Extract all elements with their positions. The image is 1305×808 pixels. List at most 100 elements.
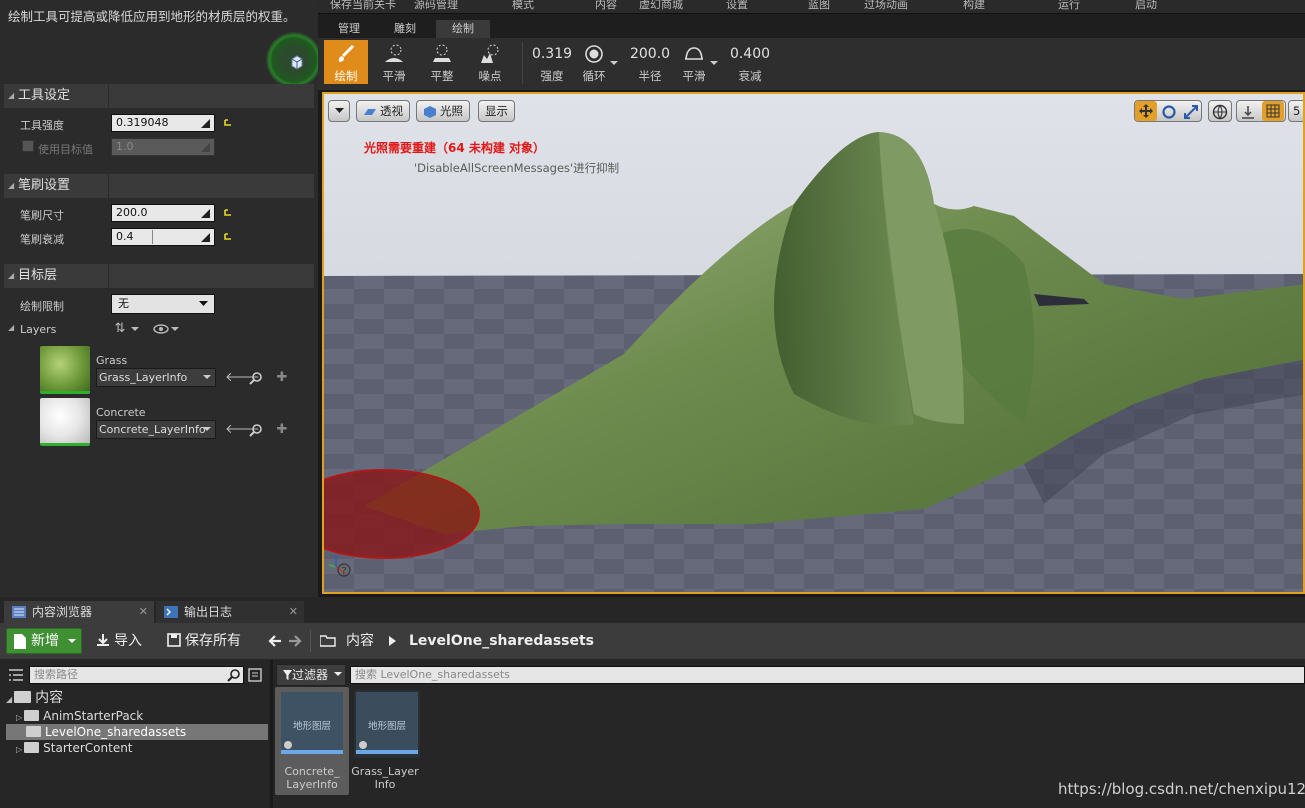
lit-button[interactable]: 光照 bbox=[416, 100, 470, 122]
grid-snap-button[interactable] bbox=[1262, 101, 1284, 121]
tool-strength-field[interactable]: 0.319048 bbox=[111, 114, 215, 132]
help-icon[interactable]: ? bbox=[336, 562, 352, 578]
brush-size-label: 笔刷尺寸 bbox=[20, 209, 64, 222]
brush-falloff-field[interactable]: 0.4 bbox=[111, 228, 215, 246]
reset-to-default-icon[interactable] bbox=[223, 208, 233, 218]
add-new-button[interactable]: 新增 bbox=[6, 628, 82, 654]
strength-value[interactable]: 0.319 bbox=[528, 46, 576, 62]
paint-restriction-dropdown[interactable]: 无 bbox=[111, 294, 215, 314]
tree-root-content[interactable]: ◢ 内容 bbox=[6, 690, 268, 707]
folder-open-icon[interactable] bbox=[320, 635, 336, 647]
close-tab-icon[interactable]: ✕ bbox=[139, 601, 148, 623]
search-path-input[interactable]: 搜索路径 bbox=[29, 666, 244, 684]
tool-flatten[interactable]: 平整 bbox=[420, 40, 464, 84]
toolbar-modes[interactable]: 模式 bbox=[512, 0, 534, 12]
tool-paint[interactable]: 绘制 bbox=[324, 40, 368, 84]
falloff-value[interactable]: 0.400 bbox=[726, 46, 774, 62]
layer-info-dropdown[interactable]: Grass_LayerInfo bbox=[96, 368, 216, 387]
reset-to-default-icon[interactable] bbox=[223, 118, 233, 128]
translate-tool-button[interactable] bbox=[1135, 101, 1157, 121]
rotate-icon[interactable] bbox=[1161, 104, 1177, 120]
use-target-value-checkbox[interactable] bbox=[22, 140, 34, 152]
add-layer-info-icon[interactable]: ✚ bbox=[275, 423, 289, 437]
tool-settings-header[interactable]: ◢ 工具设定 bbox=[4, 84, 314, 108]
asset-tile-concrete-layerinfo[interactable]: 地形图层 Concrete_ LayerInfo bbox=[275, 687, 349, 795]
level-viewport[interactable]: 透视 光照 显示 5 光照需要重建（64 未构建 对象） 'DisableAll… bbox=[322, 92, 1305, 594]
collapse-triangle-icon[interactable]: ◢ bbox=[8, 323, 14, 332]
surface-snap-icon[interactable] bbox=[1240, 104, 1256, 120]
falloff-label: 衰减 bbox=[738, 69, 762, 83]
perspective-button[interactable]: 透视 bbox=[356, 100, 410, 122]
brush-size-field[interactable]: 200.0 bbox=[111, 204, 215, 222]
tab-output-log[interactable]: 输出日志 ✕ bbox=[156, 601, 304, 623]
visibility-eye-icon[interactable] bbox=[153, 324, 169, 334]
tab-manage[interactable]: 管理 bbox=[324, 20, 374, 38]
tree-item-animstarterpack[interactable]: ▷ AnimStarterPack bbox=[6, 708, 268, 724]
search-icon[interactable] bbox=[249, 371, 263, 385]
radius-value[interactable]: 200.0 bbox=[624, 46, 676, 62]
reset-to-default-icon[interactable] bbox=[223, 232, 233, 242]
tab-paint[interactable]: 绘制 bbox=[436, 20, 490, 38]
toolbar-launch[interactable]: 启动 bbox=[1135, 0, 1157, 12]
tool-settings-title: 工具设定 bbox=[18, 88, 71, 103]
chevron-down-icon[interactable] bbox=[710, 61, 718, 66]
tab-sculpt[interactable]: 雕刻 bbox=[380, 20, 430, 38]
pane-splitter[interactable] bbox=[270, 660, 273, 808]
brush-falloff-label: 笔刷衰减 bbox=[20, 233, 64, 246]
sources-toggle-icon[interactable] bbox=[8, 668, 24, 682]
loop-icon[interactable] bbox=[584, 44, 604, 64]
view-options-icon[interactable] bbox=[248, 668, 262, 682]
save-all-label: 保存所有 bbox=[185, 633, 241, 649]
search-assets-input[interactable]: 搜索 LevelOne_sharedassets bbox=[350, 666, 1305, 684]
tree-item-levelone-sharedassets[interactable]: LevelOne_sharedassets bbox=[6, 724, 268, 740]
asset-name: Grass_Layer Info bbox=[350, 765, 420, 791]
toolbar-source-control[interactable]: 源码管理 bbox=[414, 0, 458, 12]
toolbar-play[interactable]: 运行 bbox=[1058, 0, 1080, 12]
toolbar-content[interactable]: 内容 bbox=[595, 0, 617, 12]
back-arrow-icon[interactable] bbox=[268, 634, 282, 648]
save-all-button[interactable]: 保存所有 bbox=[167, 631, 241, 651]
chevron-down-icon[interactable] bbox=[131, 327, 139, 332]
filters-button[interactable]: 过滤器 bbox=[276, 664, 346, 686]
coordinate-system-button[interactable] bbox=[1208, 100, 1232, 122]
concrete-layer-thumbnail[interactable] bbox=[40, 398, 90, 446]
use-selected-asset-icon[interactable]: 🡐 bbox=[225, 423, 260, 437]
grass-layer-thumbnail[interactable] bbox=[40, 346, 90, 394]
chevron-down-icon[interactable] bbox=[171, 327, 179, 332]
tool-noise[interactable]: 噪点 bbox=[468, 40, 512, 84]
asset-tile-grass-layerinfo[interactable]: 地形图层 Grass_Layer Info bbox=[350, 687, 424, 795]
scale-icon[interactable] bbox=[1183, 104, 1199, 120]
folder-icon bbox=[26, 726, 41, 737]
flatten-icon bbox=[433, 44, 451, 62]
import-button[interactable]: 导入 bbox=[96, 631, 142, 651]
lit-sphere-icon bbox=[423, 105, 437, 119]
tree-item-startercontent[interactable]: ▷ StarterContent bbox=[6, 740, 268, 756]
toolbar-settings[interactable]: 设置 bbox=[726, 0, 748, 12]
tool-smooth[interactable]: 平滑 bbox=[372, 40, 416, 84]
layer-info-dropdown[interactable]: Concrete_LayerInfo bbox=[96, 420, 216, 439]
sort-icon[interactable]: ⇅ bbox=[113, 322, 127, 336]
content-browser-icon bbox=[12, 606, 26, 618]
breadcrumb-separator-icon[interactable] bbox=[389, 636, 397, 646]
use-selected-asset-icon[interactable]: 🡐 bbox=[225, 371, 260, 385]
close-tab-icon[interactable]: ✕ bbox=[289, 601, 298, 623]
add-layer-info-icon[interactable]: ✚ bbox=[275, 371, 289, 385]
forward-arrow-icon[interactable] bbox=[288, 634, 302, 648]
show-button[interactable]: 显示 bbox=[478, 100, 515, 122]
breadcrumb-current[interactable]: LevelOne_sharedassets bbox=[409, 631, 594, 651]
smooth-icon bbox=[385, 44, 403, 62]
tab-content-browser[interactable]: 内容浏览器 ✕ bbox=[4, 601, 154, 623]
toolbar-save-level[interactable]: 保存当前关卡 bbox=[330, 0, 396, 12]
search-icon[interactable] bbox=[249, 423, 263, 437]
brush-settings-header[interactable]: ◢ 笔刷设置 bbox=[4, 174, 314, 198]
toolbar-cinematics[interactable]: 过场动画 bbox=[864, 0, 908, 12]
camera-speed-button[interactable]: 5 bbox=[1288, 100, 1303, 122]
falloff-smooth-icon[interactable] bbox=[684, 45, 704, 61]
chevron-down-icon[interactable] bbox=[610, 61, 618, 66]
toolbar-marketplace[interactable]: 虚幻商城 bbox=[639, 0, 683, 12]
viewport-options-button[interactable] bbox=[328, 100, 350, 122]
toolbar-build[interactable]: 构建 bbox=[963, 0, 985, 12]
target-layers-header[interactable]: ◢ 目标层 bbox=[4, 264, 314, 288]
toolbar-blueprints[interactable]: 蓝图 bbox=[808, 0, 830, 12]
breadcrumb-root[interactable]: 内容 bbox=[346, 631, 374, 651]
